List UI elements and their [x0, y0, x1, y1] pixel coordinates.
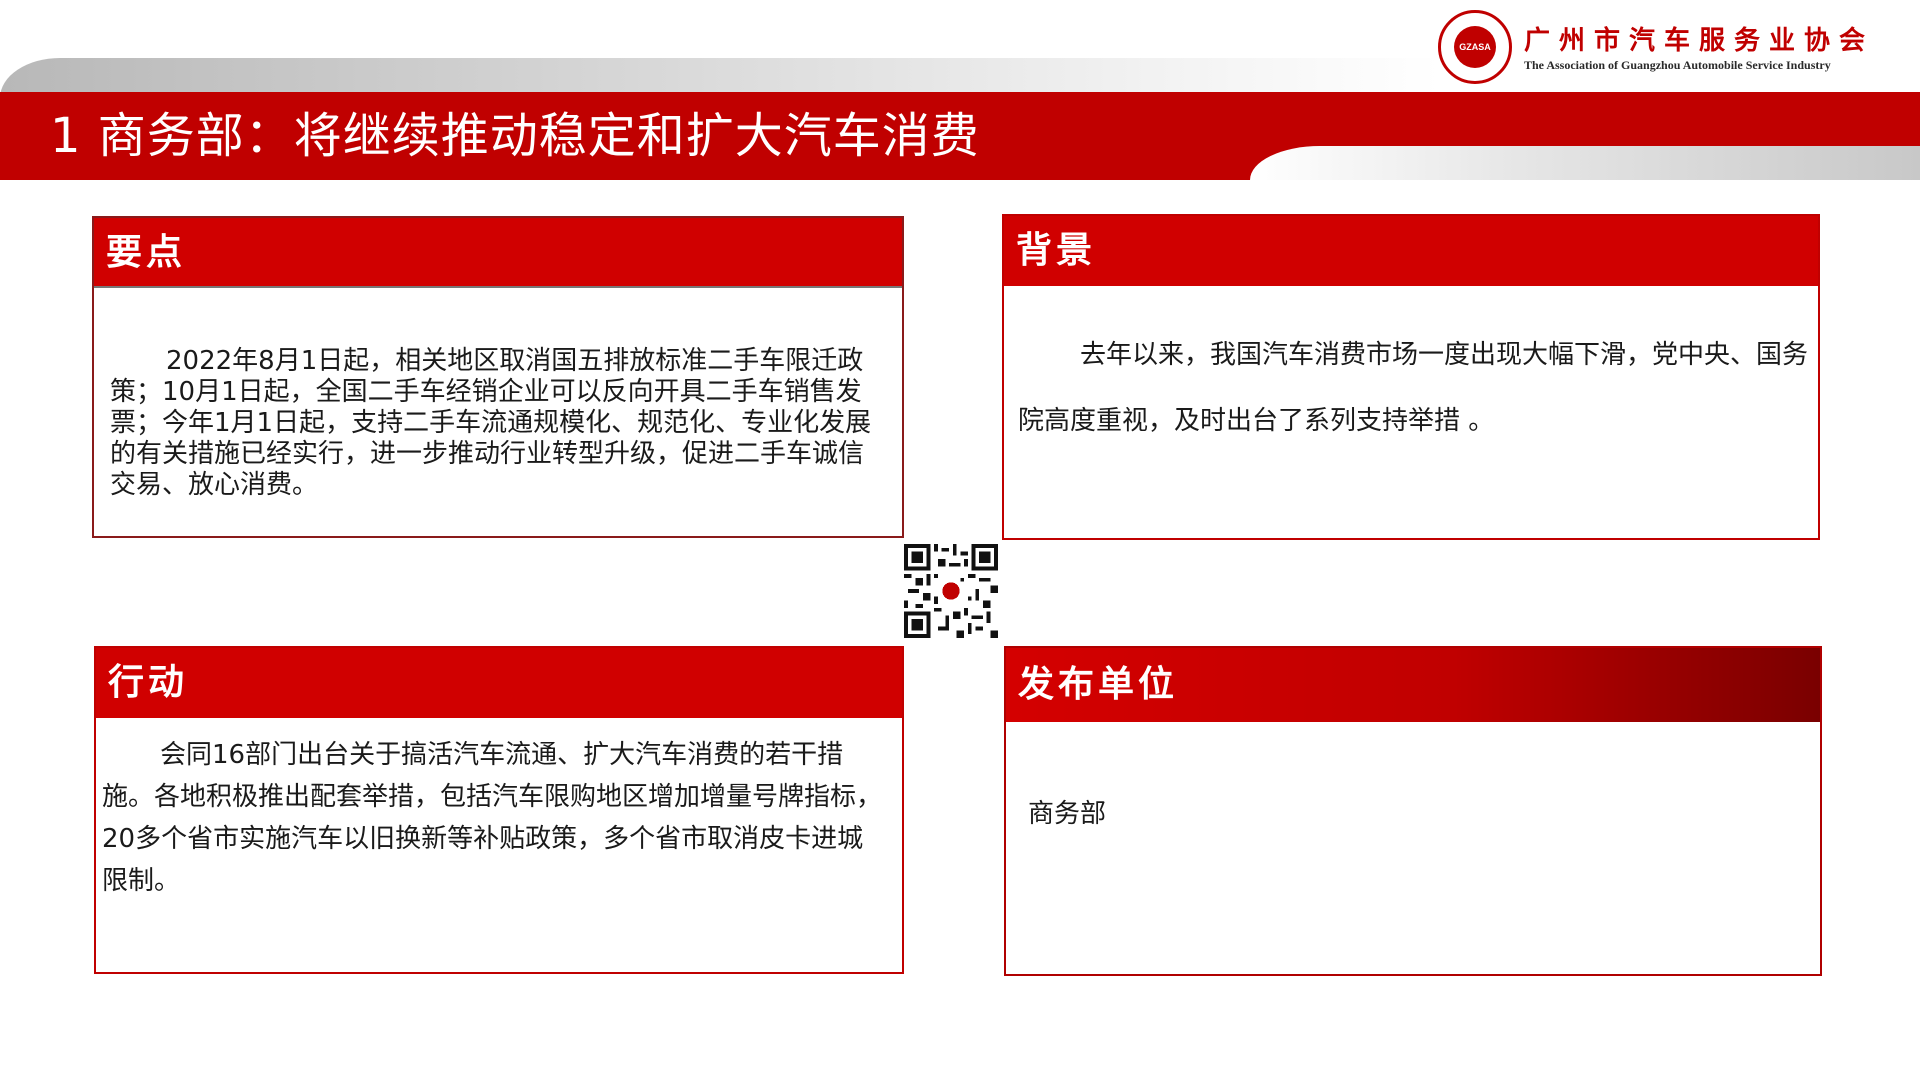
association-logo: GZASA 广州市汽车服务业协会 The Association of Guan…	[1438, 8, 1898, 84]
key-points-heading: 要点	[94, 218, 902, 288]
key-points-body: 2022年8月1日起，相关地区取消国五排放标准二手车限迁政策；10月1日起，全国…	[110, 346, 872, 500]
logo-name-en: The Association of Guangzhou Automobile …	[1524, 58, 1831, 72]
background-body: 去年以来，我国汽车消费市场一度出现大幅下滑，党中央、国务院高度重视，及时出台了系…	[1018, 340, 1809, 436]
seal-icon: GZASA	[1438, 10, 1512, 84]
logo-name-cn: 广州市汽车服务业协会	[1524, 26, 1875, 56]
action-heading: 行动	[96, 648, 902, 718]
action-panel: 行动 会同16部门出台关于搞活汽车流通、扩大汽车消费的若干措施。各地积极推出配套…	[94, 646, 904, 974]
action-body: 会同16部门出台关于搞活汽车流通、扩大汽车消费的若干措施。各地积极推出配套举措，…	[102, 740, 883, 896]
key-points-panel: 要点 2022年8月1日起，相关地区取消国五排放标准二手车限迁政策；10月1日起…	[92, 216, 904, 538]
page-title: 1 商务部：将继续推动稳定和扩大汽车消费	[50, 108, 980, 164]
background-heading: 背景	[1004, 216, 1818, 286]
qr-code-icon	[904, 544, 998, 638]
publisher-body: 商务部	[1028, 799, 1107, 829]
header-swoosh-bottom	[1250, 146, 1920, 180]
publisher-panel: 发布单位 商务部	[1004, 646, 1822, 976]
publisher-heading: 发布单位	[1006, 648, 1820, 722]
seal-text: GZASA	[1454, 26, 1496, 68]
background-panel: 背景 去年以来，我国汽车消费市场一度出现大幅下滑，党中央、国务院高度重视，及时出…	[1002, 214, 1820, 540]
